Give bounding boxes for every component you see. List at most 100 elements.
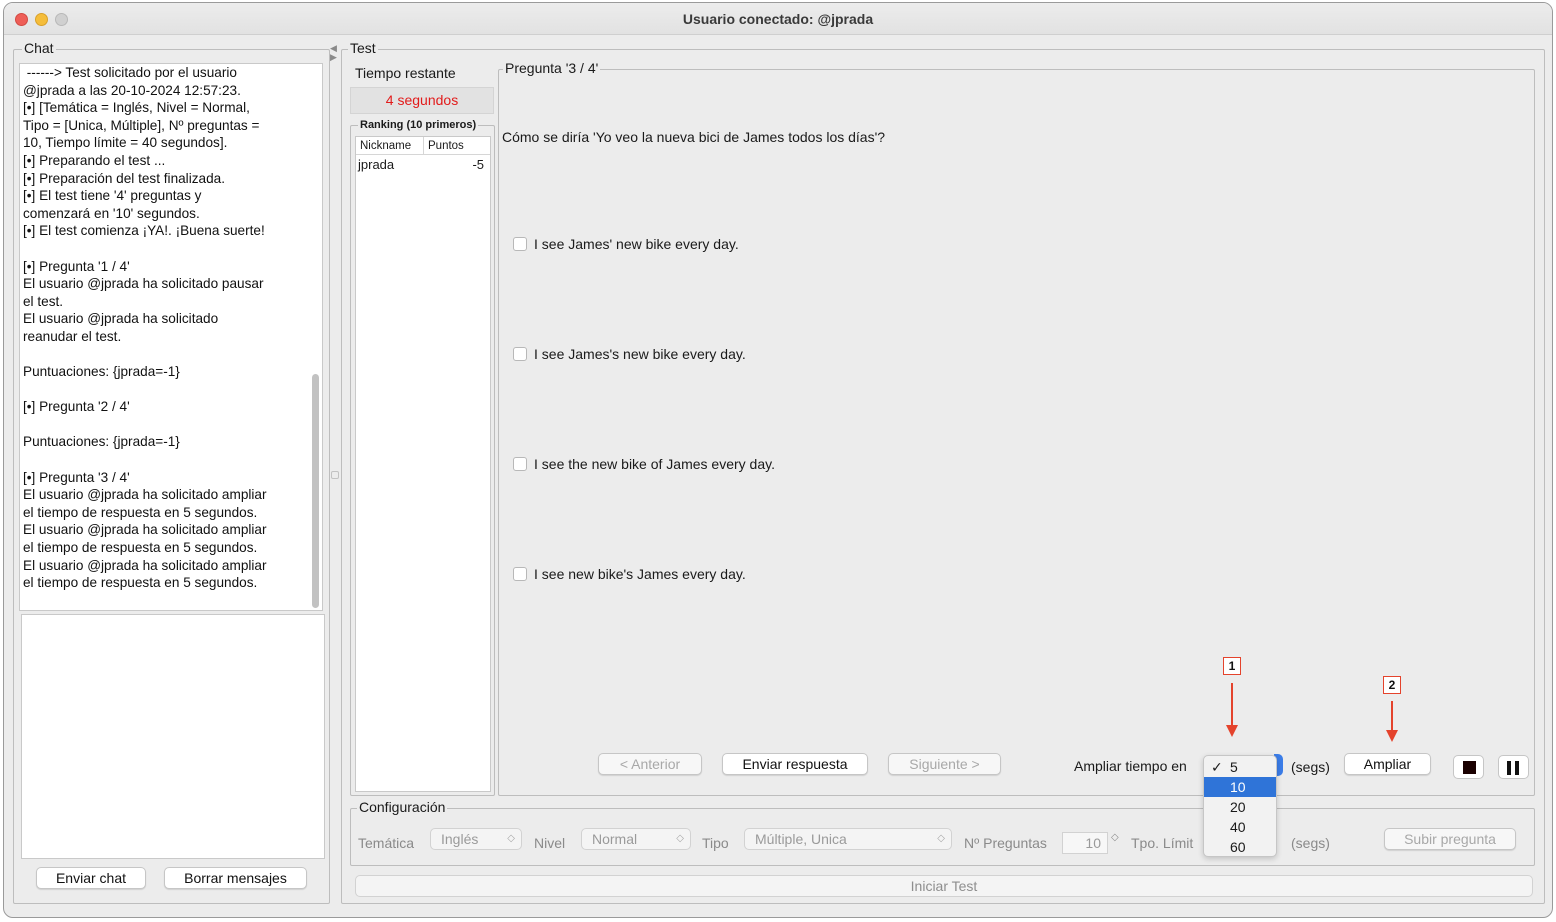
title-bar: Usuario conectado: @jprada (4, 3, 1552, 35)
ranking-column-nickname[interactable]: Nickname (360, 140, 411, 152)
nivel-label: Nivel (534, 835, 566, 851)
annotation-arrow-icon (1391, 701, 1393, 731)
answer-option-label: I see James's new bike every day. (534, 346, 746, 362)
chat-log-line: [•] Pregunta '3 / 4' (23, 469, 130, 485)
dropdown-option[interactable]: 40 (1204, 817, 1276, 837)
tematica-label: Temática (358, 835, 415, 851)
answer-checkbox[interactable] (513, 567, 527, 581)
nivel-select[interactable]: Normal ◇ (581, 828, 691, 850)
previous-button[interactable]: < Anterior (598, 753, 702, 775)
chat-log-line: Puntuaciones: {jprada=-1} (23, 364, 180, 380)
answer-checkbox[interactable] (513, 347, 527, 361)
question-text: Cómo se diría 'Yo veo la nueva bici de J… (502, 129, 886, 145)
tipo-label: Tipo (702, 835, 729, 851)
dropdown-option[interactable]: 10 (1204, 777, 1276, 797)
chat-log-line: El usuario @jprada ha solicitado (23, 311, 219, 327)
chat-log-line: el test. (23, 293, 64, 309)
tematica-value: Inglés (441, 831, 479, 847)
time-remaining-value: 4 segundos (350, 87, 494, 114)
ranking-points: -5 (472, 157, 484, 172)
chat-log-line (20, 451, 322, 469)
config-legend: Configuración (357, 799, 448, 815)
chat-log-line: 10, Tiempo límite = 40 segundos]. (23, 135, 228, 151)
splitter-handle[interactable] (331, 471, 339, 479)
extend-time-label: Ampliar tiempo en (1074, 758, 1187, 774)
question-legend: Pregunta '3 / 4' (503, 60, 601, 76)
send-answer-button[interactable]: Enviar respuesta (722, 753, 868, 775)
chat-log-line: el tiempo de respuesta en 5 segundos. (23, 575, 258, 591)
chat-log-line: El usuario @jprada ha solicitado ampliar (23, 487, 267, 503)
ranking-header: Nickname Puntos (356, 137, 490, 155)
chat-log-line: El usuario @jprada ha solicitado pausar (23, 276, 264, 292)
nivel-value: Normal (592, 831, 638, 847)
clear-messages-button[interactable]: Borrar mensajes (164, 867, 307, 889)
chat-log-line (20, 416, 322, 434)
test-legend: Test (348, 40, 378, 56)
chat-log-line: [•] Pregunta '1 / 4' (23, 258, 130, 274)
chat-log[interactable]: ------> Test solicitado por el usuario @j… (19, 63, 323, 611)
answer-option-label: I see new bike's James every day. (534, 566, 746, 582)
ranking-table: Nickname Puntos jprada -5 (355, 136, 491, 792)
chat-log-line: @jprada a las 20-10-2024 12:57:23. (23, 82, 241, 98)
time-limit-label: Tpo. Límit (1131, 835, 1194, 851)
start-test-button[interactable]: Iniciar Test (355, 875, 1533, 897)
chat-log-line (20, 381, 322, 399)
chevron-updown-icon: ◇ (937, 833, 945, 844)
chat-log-line (20, 346, 322, 364)
npreguntas-spinner[interactable]: 10 (1062, 832, 1108, 854)
checkmark-icon: ✓ (1211, 759, 1223, 775)
dropdown-option[interactable]: ✓ 5 (1204, 757, 1276, 777)
pause-icon (1507, 761, 1511, 775)
chat-log-line: Puntuaciones: {jprada=-1} (23, 434, 180, 450)
ranking-title: Ranking (10 primeros) (358, 119, 479, 131)
ranking-nickname: jprada (358, 157, 395, 172)
tematica-select[interactable]: Inglés ◇ (430, 828, 522, 850)
answer-option-label: I see James' new bike every day. (534, 236, 739, 252)
chat-log-line: El usuario @jprada ha solicitado ampliar (23, 557, 267, 573)
chat-log-line: El usuario @jprada ha solicitado ampliar (23, 522, 267, 538)
chat-log-line: [•] Preparando el test ... (23, 152, 166, 168)
extend-time-dropdown[interactable]: ✓ 5 10 20 40 60 (1203, 755, 1277, 857)
chat-legend: Chat (22, 40, 56, 56)
time-remaining-label: Tiempo restante (355, 65, 456, 81)
send-chat-button[interactable]: Enviar chat (36, 867, 146, 889)
annotation-arrow-icon (1231, 683, 1233, 727)
chevron-updown-icon: ◇ (507, 833, 515, 844)
chat-log-line: reanudar el test. (23, 328, 122, 344)
npreguntas-label: Nº Preguntas (964, 835, 1047, 851)
chat-log-line (20, 240, 322, 258)
ranking-column-points[interactable]: Puntos (428, 140, 464, 152)
chat-log-line: comenzará en '10' segundos. (23, 205, 200, 221)
dropdown-option[interactable]: 60 (1204, 837, 1276, 857)
stop-icon (1463, 761, 1476, 774)
chat-log-line: [•] El test tiene '4' preguntas y (23, 188, 202, 204)
next-button[interactable]: Siguiente > (888, 753, 1001, 775)
dropdown-option[interactable]: 20 (1204, 797, 1276, 817)
splitter-arrows-icon[interactable]: ◀ ▶ (330, 44, 337, 62)
answer-option-label: I see the new bike of James every day. (534, 456, 775, 472)
chat-log-line: ------> Test solicitado por el usuario (23, 65, 237, 80)
window-title: Usuario conectado: @jprada (682, 11, 874, 27)
upload-question-button[interactable]: Subir pregunta (1384, 828, 1516, 850)
stepper-arrows-icon[interactable]: ◇ (1111, 832, 1119, 843)
chat-log-line: el tiempo de respuesta en 5 segundos. (23, 504, 258, 520)
chat-message-input[interactable] (21, 614, 325, 859)
ranking-row[interactable]: jprada -5 (356, 157, 490, 175)
annotation-badge: 2 (1383, 676, 1401, 694)
extend-button[interactable]: Ampliar (1344, 753, 1431, 775)
pause-button[interactable] (1498, 755, 1529, 779)
annotation-arrowhead-icon (1226, 725, 1238, 737)
app-window: Usuario conectado: @jprada Chat ------> … (3, 2, 1553, 918)
tipo-value: Múltiple, Unica (755, 831, 847, 847)
answer-checkbox[interactable] (513, 237, 527, 251)
annotation-badge: 1 (1223, 657, 1241, 675)
extend-time-unit: (segs) (1291, 759, 1330, 775)
stop-button[interactable] (1453, 755, 1484, 779)
answer-checkbox[interactable] (513, 457, 527, 471)
chat-log-line: [•] El test comienza ¡YA!. ¡Buena suerte… (23, 223, 265, 239)
tipo-select[interactable]: Múltiple, Unica ◇ (744, 828, 952, 850)
chat-log-line: el tiempo de respuesta en 5 segundos. (23, 540, 258, 556)
chat-log-line: Tipo = [Unica, Múltiple], Nº preguntas = (23, 117, 260, 133)
chat-scrollbar-thumb[interactable] (312, 374, 319, 608)
chat-log-line: [•] Preparación del test finalizada. (23, 170, 225, 186)
